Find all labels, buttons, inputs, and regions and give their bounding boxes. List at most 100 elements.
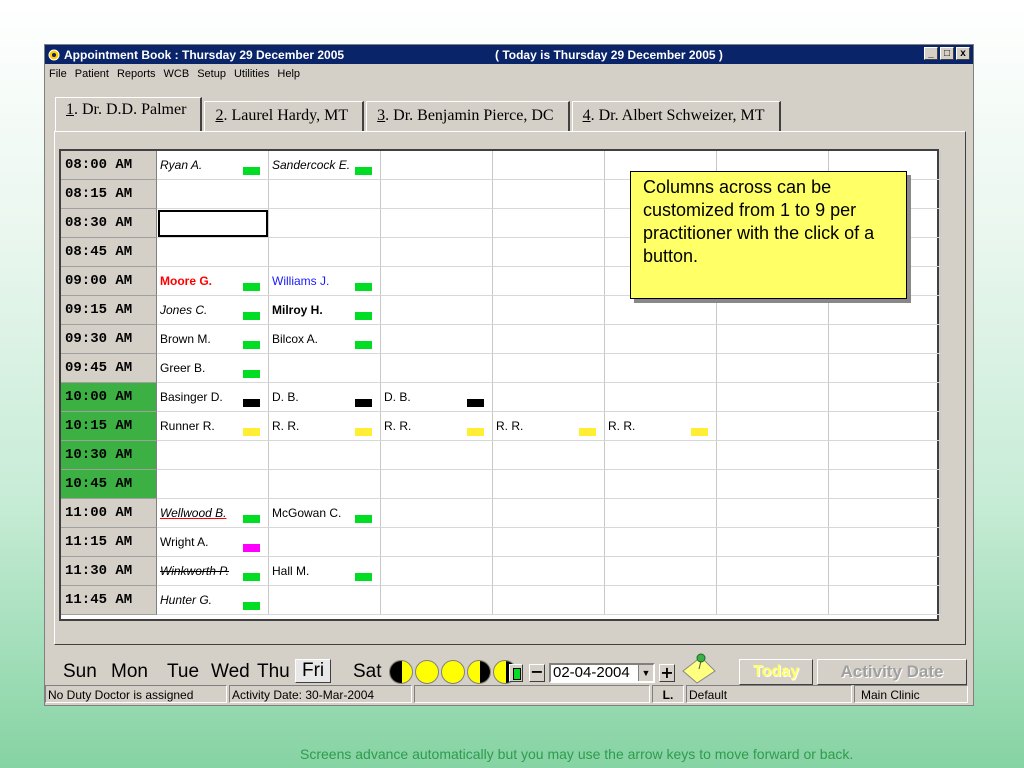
appointment-slot[interactable] <box>493 557 605 586</box>
appointment-slot[interactable]: R. R. <box>493 412 605 441</box>
appointment-slot[interactable] <box>157 470 269 499</box>
date-minus-button[interactable]: − <box>529 664 545 682</box>
appointment-slot[interactable] <box>381 296 493 325</box>
appointment-slot[interactable] <box>381 180 493 209</box>
menu-help[interactable]: Help <box>277 68 300 80</box>
appointment-slot[interactable] <box>829 528 941 557</box>
day-sun[interactable]: Sun <box>63 661 97 683</box>
appointment-slot[interactable] <box>717 296 829 325</box>
appointment-slot[interactable] <box>605 557 717 586</box>
appointment-slot[interactable] <box>493 441 605 470</box>
menu-reports[interactable]: Reports <box>117 68 156 80</box>
appointment-slot[interactable] <box>381 557 493 586</box>
appointment-slot[interactable] <box>381 209 493 238</box>
appointment-slot[interactable] <box>605 528 717 557</box>
day-thu[interactable]: Thu <box>257 661 290 683</box>
appointment-slot[interactable] <box>493 151 605 180</box>
appointment-slot[interactable]: Greer B. <box>157 354 269 383</box>
appointment-slot[interactable] <box>829 557 941 586</box>
appointment-slot[interactable]: Hunter G. <box>157 586 269 615</box>
appointment-slot[interactable] <box>717 528 829 557</box>
appointment-slot[interactable] <box>381 470 493 499</box>
appointment-slot[interactable] <box>157 238 269 267</box>
appointment-slot[interactable] <box>717 441 829 470</box>
appointment-slot[interactable] <box>605 441 717 470</box>
tab-hardy[interactable]: 2. Laurel Hardy, MT <box>204 101 365 131</box>
appointment-slot[interactable]: McGowan C. <box>269 499 381 528</box>
appointment-slot[interactable] <box>493 325 605 354</box>
tab-schweizer[interactable]: 4. Dr. Albert Schweizer, MT <box>571 101 781 131</box>
appointment-slot[interactable] <box>381 151 493 180</box>
appointment-slot[interactable] <box>157 441 269 470</box>
appointment-slot[interactable] <box>717 354 829 383</box>
appointment-slot[interactable] <box>717 412 829 441</box>
appointment-slot[interactable]: Runner R. <box>157 412 269 441</box>
appointment-slot[interactable] <box>493 267 605 296</box>
appointment-slot[interactable] <box>493 528 605 557</box>
appointment-slot[interactable] <box>493 296 605 325</box>
appointment-slot[interactable] <box>717 586 829 615</box>
date-input[interactable]: 02-04-2004 ▼ <box>549 663 655 683</box>
appointment-slot[interactable]: D. B. <box>381 383 493 412</box>
appointment-slot[interactable] <box>493 499 605 528</box>
appointment-slot[interactable] <box>269 209 381 238</box>
appointment-slot[interactable] <box>269 528 381 557</box>
tab-pierce[interactable]: 3. Dr. Benjamin Pierce, DC <box>366 101 570 131</box>
title-bar[interactable]: Appointment Book : Thursday 29 December … <box>45 45 973 64</box>
appointment-slot[interactable] <box>381 441 493 470</box>
appointment-slot[interactable]: R. R. <box>605 412 717 441</box>
appointment-slot[interactable] <box>269 470 381 499</box>
appointment-slot[interactable] <box>381 325 493 354</box>
appointment-slot[interactable] <box>381 528 493 557</box>
appointment-slot[interactable] <box>605 325 717 354</box>
appointment-slot[interactable]: Wright A. <box>157 528 269 557</box>
appointment-slot[interactable] <box>493 470 605 499</box>
menu-patient[interactable]: Patient <box>75 68 109 80</box>
menu-wcb[interactable]: WCB <box>164 68 190 80</box>
moon-phase-last-quarter-icon[interactable] <box>467 660 491 684</box>
appointment-slot[interactable] <box>269 180 381 209</box>
appointment-slot[interactable] <box>605 383 717 412</box>
appointment-slot[interactable] <box>829 470 941 499</box>
appointment-slot[interactable]: Brown M. <box>157 325 269 354</box>
appointment-slot[interactable] <box>381 586 493 615</box>
appointment-slot[interactable] <box>829 383 941 412</box>
appointment-slot[interactable] <box>493 586 605 615</box>
appointment-slot[interactable] <box>829 325 941 354</box>
appointment-slot[interactable]: Sandercock E. <box>269 151 381 180</box>
date-dropdown-icon[interactable]: ▼ <box>638 665 653 681</box>
appointment-slot[interactable] <box>269 354 381 383</box>
sticky-note-icon[interactable] <box>679 649 719 685</box>
today-button[interactable]: Today <box>739 659 813 685</box>
appointment-slot[interactable] <box>605 296 717 325</box>
appointment-slot[interactable] <box>717 383 829 412</box>
appointment-slot[interactable] <box>605 499 717 528</box>
moon-phase-full-icon[interactable] <box>415 660 439 684</box>
activity-date-button[interactable]: Activity Date <box>817 659 967 685</box>
appointment-slot[interactable]: R. R. <box>381 412 493 441</box>
appointment-slot[interactable] <box>829 296 941 325</box>
day-mon[interactable]: Mon <box>111 661 148 683</box>
moon-phase-first-quarter-icon[interactable] <box>389 660 413 684</box>
menu-utilities[interactable]: Utilities <box>234 68 269 80</box>
appointment-slot[interactable]: Ryan A. <box>157 151 269 180</box>
appointment-slot[interactable]: Basinger D. <box>157 383 269 412</box>
appointment-slot[interactable] <box>605 470 717 499</box>
appointment-slot[interactable] <box>157 209 269 238</box>
date-plus-button[interactable]: + <box>659 664 675 682</box>
appointment-slot[interactable] <box>829 499 941 528</box>
appointment-slot[interactable]: Moore G. <box>157 267 269 296</box>
appointment-slot[interactable] <box>717 470 829 499</box>
appointment-slot[interactable]: Milroy H. <box>269 296 381 325</box>
appointment-slot[interactable]: R. R. <box>269 412 381 441</box>
day-fri[interactable]: Fri <box>295 659 332 683</box>
appointment-slot[interactable] <box>605 586 717 615</box>
appointment-slot[interactable]: Wellwood B. <box>157 499 269 528</box>
status-l-button[interactable]: L. <box>652 685 684 703</box>
color-indicator-button[interactable] <box>509 664 523 682</box>
appointment-slot[interactable]: Winkworth P. <box>157 557 269 586</box>
day-sat[interactable]: Sat <box>353 661 382 683</box>
appointment-slot[interactable] <box>829 412 941 441</box>
tab-palmer[interactable]: 1. Dr. D.D. Palmer <box>55 97 203 131</box>
appointment-slot[interactable] <box>829 441 941 470</box>
